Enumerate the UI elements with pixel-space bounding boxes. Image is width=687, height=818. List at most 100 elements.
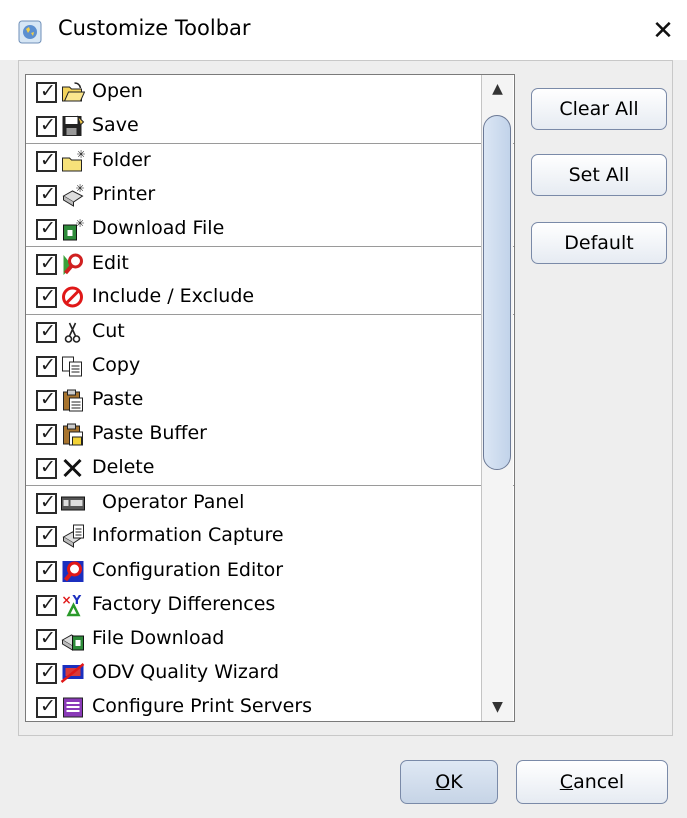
toolbar-item-label: Information Capture — [92, 524, 284, 547]
toolbar-item-checkbox[interactable]: ✓ — [36, 421, 57, 445]
toolbar-item-row[interactable]: ✓ ✳ Folder — [26, 143, 514, 177]
checkmark-icon: ✓ — [40, 421, 56, 444]
toolbar-item-checkbox[interactable]: ✓ — [36, 353, 57, 377]
clear-all-button[interactable]: Clear All — [531, 88, 667, 130]
toolbar-item-label: File Download — [92, 627, 225, 649]
toolbar-item-checkbox[interactable]: ✓ — [36, 593, 57, 616]
toolbar-item-row[interactable]: ✓ Cut — [26, 314, 514, 348]
set-all-button[interactable]: Set All — [531, 154, 667, 196]
toolbar-item-checkbox[interactable]: ✓ — [36, 627, 57, 650]
toolbar-item-checkbox[interactable]: ✓ — [36, 491, 57, 515]
toolbar-item-row[interactable]: ✓ Information Capture — [26, 519, 514, 553]
paste-icon — [63, 389, 83, 412]
toolbar-items-list[interactable]: ✓ Open ✓ Save ✓ ✳ Folder ✓ ✳ Printer ✓ ✳ Download Fi… — [25, 74, 515, 722]
toolbar-item-label: Copy — [92, 353, 141, 376]
checkmark-icon: ✓ — [40, 353, 56, 376]
close-icon: ✕ — [652, 16, 674, 46]
toolbar-item-label: Cut — [92, 320, 125, 343]
toolbar-item-checkbox[interactable]: ✓ — [36, 252, 57, 275]
dialog-body: ✓ Open ✓ Save ✓ ✳ Folder ✓ ✳ Printer ✓ ✳ Download Fi… — [0, 60, 687, 818]
configuration-editor-icon — [62, 560, 84, 582]
cancel-button[interactable]: Cancel — [516, 760, 668, 804]
svg-text:✳: ✳ — [76, 217, 85, 230]
toolbar-item-label: Paste Buffer — [92, 421, 207, 444]
toolbar-item-checkbox[interactable]: ✓ — [36, 149, 57, 173]
toolbar-item-row[interactable]: ✓ ✳ Download File — [26, 212, 514, 246]
toolbar-item-checkbox[interactable]: ✓ — [36, 320, 57, 344]
toolbar-item-row[interactable]: ✓ Paste Buffer — [26, 417, 514, 451]
toolbar-item-checkbox[interactable]: ✓ — [36, 80, 57, 103]
toolbar-item-label: Include / Exclude — [92, 285, 255, 308]
scroll-down-button[interactable]: ▼ — [482, 693, 513, 721]
checkmark-icon: ✓ — [40, 387, 56, 410]
cancel-mnemonic: C — [559, 771, 574, 793]
svg-text:✳: ✳ — [77, 149, 86, 161]
default-button[interactable]: Default — [531, 222, 667, 264]
edit-magnifier-icon — [63, 253, 83, 275]
toolbar-item-row[interactable]: ✓ ODV Quality Wizard — [26, 656, 514, 690]
checkmark-icon: ✓ — [40, 149, 56, 172]
configure-print-servers-icon — [63, 697, 83, 718]
svg-text:✳: ✳ — [76, 183, 85, 195]
toolbar-item-label: Folder — [92, 149, 151, 172]
checkmark-icon: ✓ — [40, 524, 56, 547]
toolbar-item-row[interactable]: ✓ Save — [26, 109, 514, 143]
toolbar-item-row[interactable]: ✓ Open — [26, 75, 514, 109]
operator-panel-icon — [61, 496, 85, 511]
toolbar-item-checkbox[interactable]: ✓ — [36, 695, 57, 719]
toolbar-item-checkbox[interactable]: ✓ — [36, 524, 57, 548]
checkmark-icon: ✓ — [40, 216, 56, 239]
toolbar-item-checkbox[interactable]: ✓ — [36, 558, 57, 582]
delete-x-icon — [63, 459, 82, 478]
copy-icon — [62, 356, 82, 376]
prohibited-icon — [62, 286, 83, 308]
cancel-label-rest: ancel — [573, 771, 625, 793]
toolbar-item-row[interactable]: ✓ Configuration Editor — [26, 554, 514, 588]
checkmark-icon: ✓ — [40, 285, 56, 308]
scroll-thumb[interactable] — [483, 115, 511, 470]
checkmark-icon: ✓ — [40, 627, 56, 649]
checkmark-icon: ✓ — [40, 558, 56, 581]
toolbar-item-label: Factory Differences — [92, 592, 276, 615]
toolbar-item-checkbox[interactable]: ✓ — [36, 661, 57, 685]
list-scrollbar[interactable]: ▲ ▼ — [481, 75, 513, 721]
toolbar-item-label: Paste — [92, 387, 144, 410]
window-title: Customize Toolbar — [58, 16, 251, 40]
toolbar-item-checkbox[interactable]: ✓ — [36, 387, 57, 411]
toolbar-item-label: ODV Quality Wizard — [92, 661, 280, 684]
toolbar-item-row[interactable]: ✓ File Download — [26, 622, 514, 656]
toolbar-item-row[interactable]: ✓ × Y Factory Differences — [26, 588, 514, 622]
toolbar-item-checkbox[interactable]: ✓ — [36, 182, 57, 206]
toolbar-item-row[interactable]: ✓ Copy — [26, 349, 514, 383]
odv-quality-wizard-icon — [60, 663, 85, 684]
checkmark-icon: ✓ — [40, 695, 56, 718]
checkmark-icon: ✓ — [40, 320, 56, 343]
new-printer-icon: ✳ — [62, 183, 85, 207]
open-folder-icon — [62, 82, 85, 102]
checkmark-icon: ✓ — [40, 182, 56, 205]
toolbar-item-label: Open — [92, 80, 143, 102]
toolbar-item-row[interactable]: ✓ Configure Print Servers — [26, 690, 514, 721]
toolbar-item-row[interactable]: ✓ Delete — [26, 451, 514, 485]
app-globe-icon — [18, 20, 42, 44]
svg-text:×: × — [62, 593, 72, 607]
toolbar-item-row[interactable]: ✓ Edit — [26, 245, 514, 280]
ok-button[interactable]: OK — [400, 760, 498, 804]
toolbar-item-row[interactable]: ✓ Paste — [26, 383, 514, 417]
toolbar-item-checkbox[interactable]: ✓ — [36, 216, 57, 240]
close-button[interactable]: ✕ — [648, 14, 678, 48]
checkmark-icon: ✓ — [40, 114, 56, 137]
title-bar: Customize Toolbar ✕ — [0, 0, 687, 60]
toolbar-item-row[interactable]: ✓ ✳ Printer — [26, 178, 514, 212]
scroll-up-button[interactable]: ▲ — [482, 75, 513, 103]
toolbar-item-checkbox[interactable]: ✓ — [36, 114, 57, 138]
toolbar-item-label: Printer — [92, 182, 156, 205]
toolbar-item-row[interactable]: ✓ Include / Exclude — [26, 280, 514, 314]
toolbar-item-checkbox[interactable]: ✓ — [36, 285, 57, 309]
toolbar-item-label: Configure Print Servers — [92, 695, 313, 718]
toolbar-item-label: Download File — [92, 216, 225, 239]
toolbar-item-label: Configuration Editor — [92, 558, 284, 581]
toolbar-item-row[interactable]: ✓ Operator Panel — [26, 485, 514, 519]
toolbar-item-checkbox[interactable]: ✓ — [36, 456, 57, 480]
ok-label-rest: K — [450, 771, 463, 793]
